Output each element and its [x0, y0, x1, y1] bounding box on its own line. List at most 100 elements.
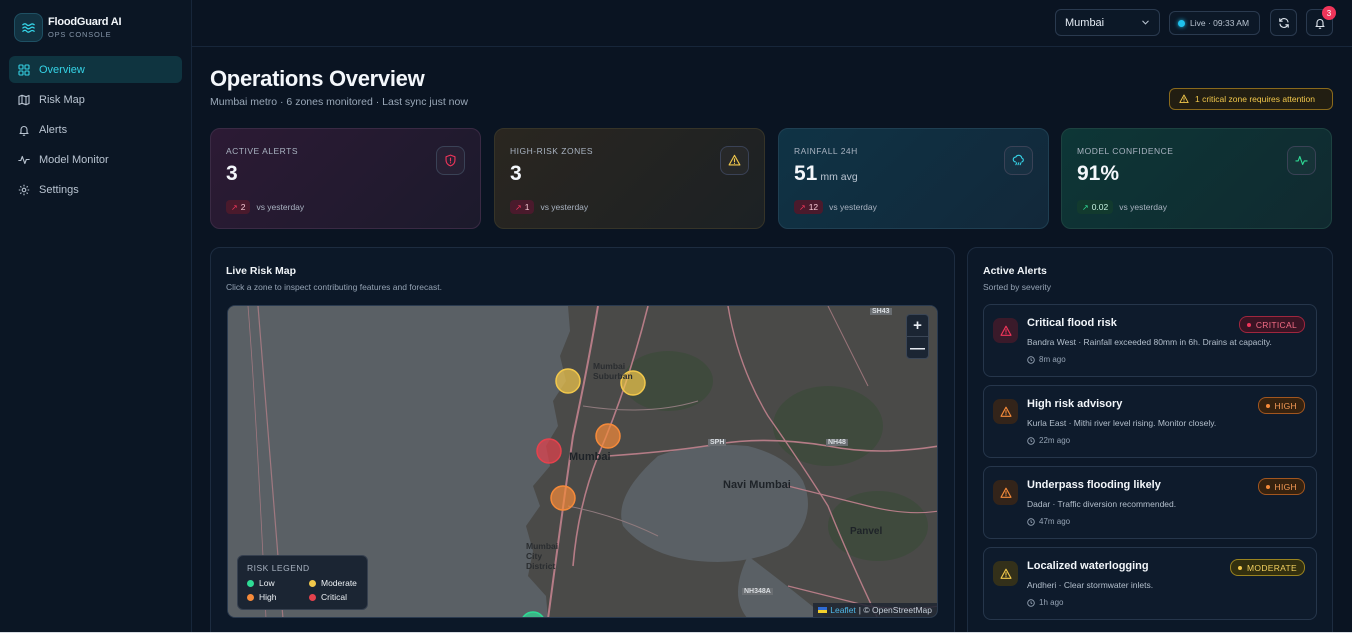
- warning-icon: [720, 146, 749, 175]
- kpi-active-alerts[interactable]: ACTIVE ALERTS 3 ↗ 2 vs yesterday: [210, 128, 481, 229]
- panel-subtitle: Sorted by severity: [983, 282, 1052, 292]
- kpi-label: RAINFALL 24H: [794, 146, 858, 156]
- alert-description: Andheri · Clear stormwater inlets.: [1027, 580, 1154, 590]
- alert-card[interactable]: High risk advisory Kurla East · Mithi ri…: [983, 385, 1317, 458]
- severity-badge: MODERATE: [1230, 559, 1305, 576]
- legend-title: RISK LEGEND: [247, 563, 310, 573]
- sidebar-item-label: Alerts: [39, 123, 68, 136]
- live-status: Live · 09:33 AM: [1169, 11, 1260, 35]
- sidebar-item-risk-map[interactable]: Risk Map: [9, 86, 182, 113]
- topbar: Mumbai Live · 09:33 AM 3: [192, 0, 1352, 47]
- sidebar: FloodGuard AI OPS CONSOLE Overview Risk …: [0, 0, 192, 633]
- kpi-value: 3: [226, 162, 238, 185]
- city-select[interactable]: Mumbai: [1055, 9, 1160, 36]
- map-label-mumbai-suburban: Mumbai Suburban: [593, 361, 633, 381]
- cloud-rain-icon: [1004, 146, 1033, 175]
- alert-time: 47m ago: [1027, 517, 1070, 526]
- kpi-high-risk-zones[interactable]: HIGH-RISK ZONES 3 ↗ 1 vs yesterday: [494, 128, 765, 229]
- kpi-label: MODEL CONFIDENCE: [1077, 146, 1174, 156]
- map-label-nh348a: NH348A: [742, 588, 773, 595]
- alert-time: 22m ago: [1027, 436, 1070, 445]
- alert-description: Dadar · Traffic diversion recommended.: [1027, 499, 1177, 509]
- map-attribution: Leaflet | © OpenStreetMap: [813, 603, 937, 617]
- chevron-down-icon: [1142, 20, 1149, 25]
- alert-title: Underpass flooding likely: [1027, 479, 1161, 491]
- pulse-icon: [1287, 146, 1316, 175]
- live-status-text: Live · 09:33 AM: [1190, 18, 1250, 28]
- map-label-sph: SPH: [708, 439, 727, 446]
- page-subtitle: Mumbai metro · 6 zones monitored · Last …: [210, 96, 468, 108]
- brand[interactable]: FloodGuard AI OPS CONSOLE: [14, 13, 122, 42]
- activity-icon: [18, 155, 30, 164]
- clock-icon: [1027, 436, 1035, 445]
- zoom-in-button[interactable]: +: [907, 315, 928, 337]
- attention-banner[interactable]: 1 critical zone requires attention: [1169, 88, 1333, 110]
- map-label-navi-mumbai: Navi Mumbai: [723, 479, 791, 491]
- risk-legend: RISK LEGEND Low Moderate High Critical: [237, 555, 368, 610]
- shield-alert-icon: [436, 146, 465, 175]
- kpi-delta: ↗ 1 vs yesterday: [510, 200, 588, 214]
- kpi-value: 3: [510, 162, 522, 185]
- severity-badge: HIGH: [1257, 478, 1305, 495]
- panel-title: Active Alerts: [983, 265, 1047, 277]
- map-label-nh48: NH48: [826, 439, 848, 446]
- gear-icon: [18, 184, 30, 195]
- warning-icon: [993, 480, 1018, 505]
- severity-badge: HIGH: [1257, 397, 1305, 414]
- kpi-model-confidence[interactable]: MODEL CONFIDENCE 91% ↗ 0.02 vs yesterday: [1061, 128, 1332, 229]
- alert-title: Localized waterlogging: [1027, 560, 1149, 572]
- kpi-delta: ↗ 0.02 vs yesterday: [1077, 200, 1167, 214]
- panel-title: Live Risk Map: [226, 265, 297, 277]
- map-label-sh43: SH43: [870, 308, 892, 315]
- live-dot-icon: [1178, 19, 1185, 27]
- warning-icon: [993, 399, 1018, 424]
- notification-badge: 3: [1322, 6, 1336, 20]
- bell-icon: [19, 125, 29, 136]
- alert-description: Kurla East · Mithi river level rising. M…: [1027, 418, 1217, 428]
- zoom-out-button[interactable]: —: [907, 337, 928, 359]
- sidebar-item-alerts[interactable]: Alerts: [9, 116, 182, 143]
- map-label-mumbai-city: Mumbai City District: [526, 541, 559, 571]
- legend-item-moderate: Moderate: [309, 578, 371, 588]
- leaflet-link[interactable]: Leaflet: [830, 605, 856, 615]
- waves-icon: [14, 13, 43, 42]
- osm-attribution[interactable]: | © OpenStreetMap: [859, 605, 932, 615]
- alert-time: 8m ago: [1027, 355, 1066, 364]
- legend-item-critical: Critical: [309, 592, 371, 602]
- warning-icon: [993, 318, 1018, 343]
- sidebar-item-label: Risk Map: [39, 93, 85, 106]
- zoom-control: + —: [906, 314, 929, 359]
- severity-badge: CRITICAL: [1238, 316, 1305, 333]
- legend-item-high: High: [247, 592, 309, 602]
- clock-icon: [1027, 355, 1035, 364]
- alert-card[interactable]: Underpass flooding likely Dadar · Traffi…: [983, 466, 1317, 539]
- alert-card[interactable]: Localized waterlogging Andheri · Clear s…: [983, 547, 1317, 620]
- panel-subtitle: Click a zone to inspect contributing fea…: [226, 282, 442, 292]
- kpi-rainfall[interactable]: RAINFALL 24H 51 mm avg ↗ 12 vs yesterday: [778, 128, 1049, 229]
- map-label-panvel: Panvel: [850, 526, 883, 537]
- alert-title: Critical flood risk: [1027, 317, 1117, 329]
- risk-map[interactable]: Mumbai Navi Mumbai Panvel Mumbai Suburba…: [227, 305, 938, 618]
- refresh-icon: [1278, 17, 1289, 28]
- alert-title: High risk advisory: [1027, 398, 1123, 410]
- map-icon: [18, 94, 30, 105]
- flag-icon: [818, 607, 828, 613]
- page-title: Operations Overview: [210, 66, 425, 91]
- clock-icon: [1027, 598, 1035, 607]
- sidebar-item-model-monitor[interactable]: Model Monitor: [9, 146, 182, 173]
- sidebar-item-label: Settings: [39, 183, 79, 196]
- refresh-button[interactable]: [1270, 9, 1297, 36]
- notifications-button[interactable]: 3: [1306, 6, 1336, 36]
- sidebar-item-settings[interactable]: Settings: [9, 176, 182, 203]
- sidebar-item-overview[interactable]: Overview: [9, 56, 182, 83]
- kpi-delta: ↗ 2 vs yesterday: [226, 200, 304, 214]
- alert-card[interactable]: Critical flood risk Bandra West · Rainfa…: [983, 304, 1317, 377]
- sidebar-item-label: Overview: [39, 63, 85, 76]
- brand-subtitle: OPS CONSOLE: [48, 30, 112, 39]
- kpi-delta: ↗ 12 vs yesterday: [794, 200, 877, 214]
- clock-icon: [1027, 517, 1035, 526]
- attention-text: 1 critical zone requires attention: [1195, 94, 1316, 104]
- alert-time: 1h ago: [1027, 598, 1063, 607]
- legend-item-low: Low: [247, 578, 309, 588]
- warning-icon: [1179, 94, 1189, 104]
